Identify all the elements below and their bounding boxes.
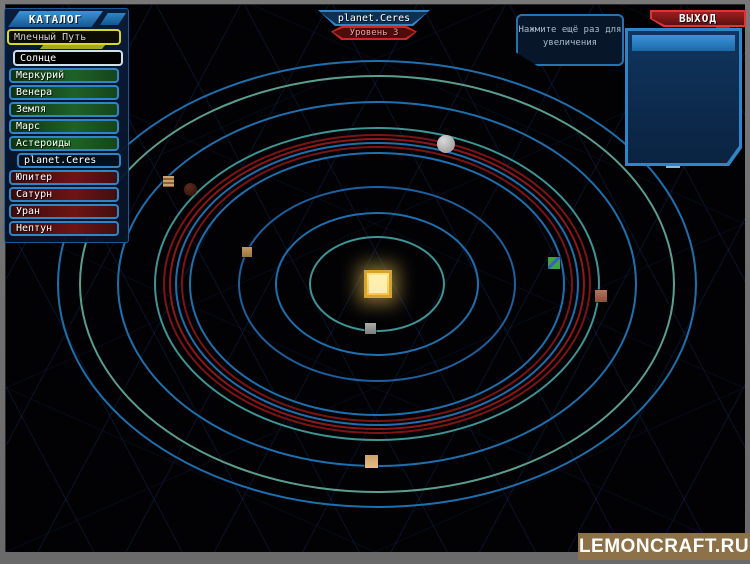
sidebar-item-label: Астероиды [16,138,70,149]
sidebar-item-label: Уран [16,206,40,217]
zoom-hint-tooltip: Нажмите ещё раз для увеличения [516,14,624,66]
planet-saturn-sprite[interactable] [365,455,378,468]
sidebar-item-label: Млечный Путь [14,32,86,43]
sidebar-item-label: Земля [16,104,46,115]
planet-jupiter-sprite[interactable] [163,176,174,187]
watermark-label: LEMONCRAFT.RU [579,536,749,558]
planet-venus-sprite[interactable] [365,323,376,334]
sidebar-item-earth[interactable]: Земля [9,102,119,117]
tooltip-line-1: Нажмите ещё раз для [518,24,622,37]
sidebar-item-venus[interactable]: Венера [9,85,119,100]
sun[interactable] [364,270,392,298]
sidebar-item-uranus[interactable]: Уран [9,204,119,219]
sidebar-item-label: Марс [16,121,40,132]
preview-panel [625,28,742,166]
sidebar-item-mars[interactable]: Марс [9,119,119,134]
sidebar-item-label: Юпитер [16,172,52,183]
sidebar-item-sun[interactable]: Солнце [13,50,123,66]
sidebar-item-label: Венера [16,87,52,98]
planet-ceres-sprite[interactable] [437,135,455,153]
sidebar-item-mercury[interactable]: Меркурий [9,68,119,83]
tier-label: Уровень 3 [350,28,399,38]
sidebar-item-label: Солнце [20,53,56,64]
sidebar-item-label: Нептун [16,223,52,234]
sidebar-item-label: planet.Ceres [24,155,96,166]
planet-mars-sprite[interactable] [595,290,607,302]
preview-panel-header [632,35,735,51]
window-frame: КАТАЛОГ Млечный Путь Солнце Меркурий Вен… [0,0,750,564]
sidebar-item-label: Меркурий [16,70,64,81]
watermark: LEMONCRAFT.RU [578,533,750,560]
selected-body-banner: planet.Ceres [318,10,430,26]
sidebar-item-jupiter[interactable]: Юпитер [9,170,119,185]
sidebar-item-label: Сатурн [16,189,52,200]
tier-banner: Уровень 3 [331,26,417,40]
planet-mercury-sprite[interactable] [242,247,252,257]
sidebar-item-saturn[interactable]: Сатурн [9,187,119,202]
preview-panel-body [628,31,739,163]
catalog-header: КАТАЛОГ [8,11,103,27]
exit-button[interactable]: ВЫХОД [650,10,746,27]
sidebar-item-asteroids[interactable]: Астероиды [9,136,119,151]
sidebar-item-neptune[interactable]: Нептун [9,221,119,236]
exit-button-label: ВЫХОД [679,12,717,25]
sidebar-item-milky-way[interactable]: Млечный Путь [7,29,121,45]
tooltip-line-2: увеличения [518,37,622,50]
catalog-header-label: КАТАЛОГ [29,13,82,26]
sidebar-item-ceres[interactable]: planet.Ceres [17,153,121,168]
planet-earth-sprite[interactable] [548,257,560,269]
asteroid-sprite[interactable] [184,183,197,196]
selected-body-label: planet.Ceres [338,13,410,24]
